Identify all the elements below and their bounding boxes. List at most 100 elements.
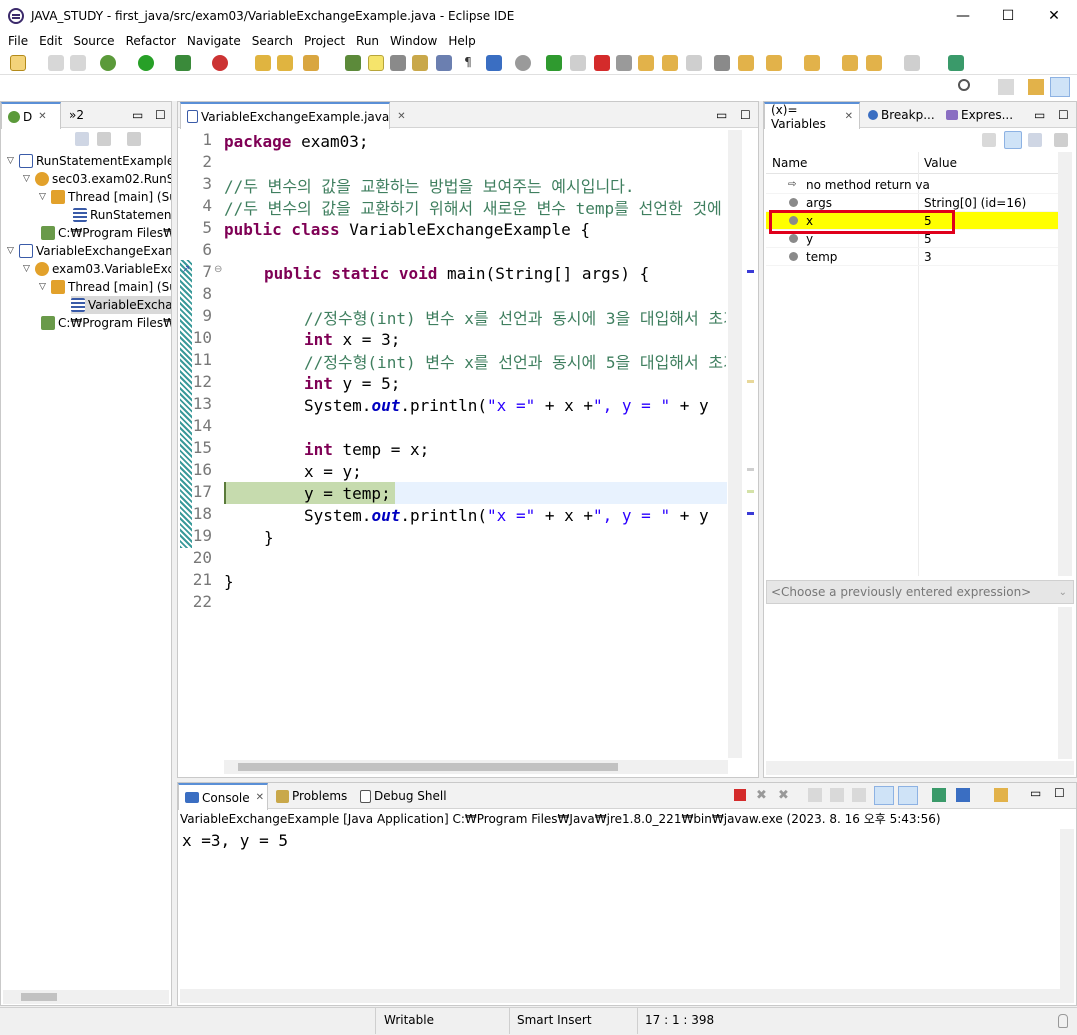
scroll-lock-icon[interactable] (830, 788, 844, 802)
overview-marker[interactable] (747, 468, 754, 471)
display-console-icon[interactable] (956, 788, 970, 802)
menu-edit[interactable]: Edit (33, 34, 67, 48)
minimize-button[interactable]: — (940, 0, 986, 31)
show-on-stderr-icon[interactable] (898, 786, 918, 805)
tab-problems[interactable]: Problems (270, 783, 354, 809)
collapse-caret-icon[interactable]: ▽ (7, 246, 17, 256)
toggle-breakpoint-icon[interactable] (345, 55, 361, 71)
horizontal-scrollbar[interactable] (224, 760, 728, 774)
column-header-name[interactable]: Name (772, 156, 807, 170)
tab-expressions[interactable]: Expres... (940, 102, 1024, 128)
tree-item[interactable]: ▽ sec03.exam02.RunSt (23, 170, 171, 188)
menu-run[interactable]: Run (350, 34, 384, 48)
collapse-all-icon[interactable] (75, 132, 89, 146)
menu-project[interactable]: Project (298, 34, 350, 48)
use-step-filters-icon[interactable] (738, 55, 754, 71)
tab-debug-shell[interactable]: Debug Shell (354, 783, 454, 809)
tree-item-selected[interactable]: VariableExchar (71, 296, 171, 314)
close-window-button[interactable]: ✕ (1031, 0, 1077, 31)
tree-item[interactable]: C:₩Program Files₩Ja (41, 224, 171, 242)
collapse-caret-icon[interactable]: ▽ (23, 174, 33, 184)
minimize-view-icon[interactable]: ▭ (710, 102, 730, 128)
next-annotation-icon[interactable] (766, 55, 782, 71)
collapse-caret-icon[interactable]: ▽ (7, 156, 17, 166)
menu-search[interactable]: Search (246, 34, 298, 48)
external-tools-icon[interactable] (212, 55, 228, 71)
remove-launch-icon[interactable]: ✖ (756, 788, 770, 803)
code-area[interactable]: package exam03; //두 변수의 값을 교환하는 방법을 보여주는… (224, 130, 726, 760)
pin-editor-icon[interactable] (948, 55, 964, 71)
chevron-down-icon[interactable]: ⌄ (1059, 587, 1067, 598)
tab-variables[interactable]: (x)= Variables ✕ (764, 102, 860, 131)
console-tool-icon[interactable] (486, 55, 502, 71)
forward-icon[interactable] (904, 55, 920, 71)
resize-grip-icon[interactable] (1058, 1014, 1068, 1028)
terminate-icon[interactable] (594, 55, 610, 71)
tab-close-icon[interactable]: ✕ (38, 111, 46, 122)
resume-icon[interactable] (546, 55, 562, 71)
pin-console-icon[interactable] (932, 788, 946, 802)
tree-item[interactable]: C:₩Program Files₩Ja (41, 314, 171, 332)
collapse-all-icon[interactable] (1028, 133, 1042, 147)
tab-console[interactable]: Console ✕ (178, 783, 268, 810)
new-java-project-icon[interactable] (255, 55, 271, 71)
open-type-icon[interactable] (277, 55, 293, 71)
scrollbar-thumb[interactable] (238, 763, 618, 771)
menu-source[interactable]: Source (67, 34, 119, 48)
tab-breakpoints[interactable]: Breakp... (862, 102, 938, 128)
vertical-scrollbar[interactable] (1060, 829, 1074, 989)
view-menu-icon[interactable] (1054, 133, 1068, 147)
overview-marker[interactable] (747, 490, 754, 493)
minimize-view-icon[interactable]: ▭ (126, 102, 146, 128)
maximize-view-icon[interactable]: ☐ (734, 102, 754, 128)
tree-item[interactable]: ▽ Thread [main] (Su (39, 278, 171, 296)
menu-refactor[interactable]: Refactor (120, 34, 181, 48)
overview-ruler[interactable] (744, 130, 756, 750)
disconnect-icon[interactable] (616, 55, 632, 71)
debug-perspective-icon[interactable] (1050, 77, 1070, 97)
open-console-icon[interactable] (994, 788, 1008, 802)
tree-item[interactable]: ▽ VariableExchangeExamp (7, 242, 171, 260)
fold-toggle-icon[interactable]: ⊖ (214, 264, 222, 275)
clear-console-icon[interactable] (808, 788, 822, 802)
variable-row[interactable]: y 5 (766, 230, 1058, 248)
variable-row[interactable]: temp 3 (766, 248, 1058, 266)
menu-window[interactable]: Window (384, 34, 442, 48)
step-return-icon[interactable] (686, 55, 702, 71)
new-icon[interactable] (10, 55, 26, 71)
horizontal-scrollbar[interactable] (3, 990, 169, 1004)
menu-navigate[interactable]: Navigate (181, 34, 246, 48)
remove-terminated-icon[interactable] (97, 132, 111, 146)
show-type-names-icon[interactable] (982, 133, 996, 147)
maximize-view-icon[interactable]: ☐ (149, 102, 169, 128)
maximize-view-icon[interactable]: ☐ (1054, 786, 1065, 800)
maximize-view-icon[interactable]: ☐ (1052, 102, 1072, 128)
tab-close-icon[interactable]: ✕ (397, 111, 405, 122)
detail-pane[interactable] (766, 607, 1058, 757)
collapse-caret-icon[interactable]: ▽ (23, 264, 33, 274)
quick-access-search-icon[interactable] (958, 79, 970, 91)
suspend-icon[interactable] (570, 55, 586, 71)
open-perspective-icon[interactable] (998, 79, 1014, 95)
column-header-value[interactable]: Value (924, 156, 957, 170)
word-wrap-icon[interactable] (852, 788, 866, 802)
coverage-icon[interactable] (175, 55, 191, 71)
console-output[interactable]: x =3, y = 5 (180, 829, 1060, 989)
expression-combo[interactable]: <Choose a previously entered expression>… (766, 580, 1074, 604)
show-on-stdout-icon[interactable] (874, 786, 894, 805)
overview-marker[interactable] (747, 512, 754, 515)
show-whitespace-icon[interactable]: ¶ (460, 55, 476, 71)
maximize-button[interactable]: ☐ (985, 0, 1031, 31)
tab-overflow[interactable]: »2 (63, 102, 103, 128)
tab-debug[interactable]: D ✕ (1, 102, 61, 129)
skip-breakpoints-icon[interactable] (515, 55, 531, 71)
vertical-scrollbar[interactable] (728, 130, 742, 758)
vertical-scrollbar[interactable] (1058, 607, 1072, 759)
minimize-view-icon[interactable]: ▭ (1028, 102, 1048, 128)
tab-close-icon[interactable]: ✕ (845, 111, 853, 122)
tree-item[interactable]: ▽ Thread [main] (Su (39, 188, 171, 206)
collapse-caret-icon[interactable]: ▽ (39, 282, 49, 292)
debug-icon[interactable] (100, 55, 116, 71)
editor-icon[interactable] (436, 55, 452, 71)
view-menu-icon[interactable] (127, 132, 141, 146)
